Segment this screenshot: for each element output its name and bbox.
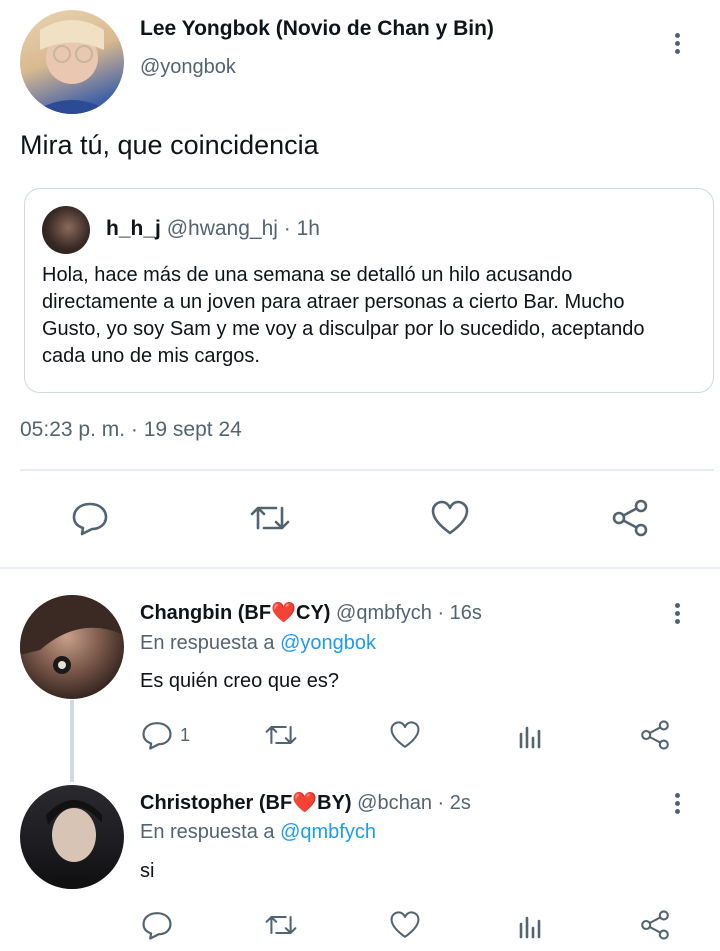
quoted-text: Hola, hace más de una semana se detalló … <box>42 264 645 367</box>
timestamp: 05:23 p. m. · 19 sept 24 <box>20 418 242 441</box>
reply-icon <box>142 912 172 940</box>
retweet-button[interactable] <box>262 908 300 942</box>
quoted-handle-time: @hwang_hj · 1h <box>166 217 320 240</box>
share-button[interactable] <box>636 718 674 752</box>
like-button[interactable] <box>386 718 424 752</box>
analytics-icon <box>519 726 541 749</box>
heart-emoji-icon: ❤️ <box>292 792 318 814</box>
reply-text: si <box>140 860 155 882</box>
reply-button[interactable] <box>140 908 180 942</box>
author-handle[interactable]: @yongbok <box>140 56 236 79</box>
more-options-icon[interactable] <box>675 790 680 817</box>
reply-button[interactable] <box>68 496 112 540</box>
reply-count: 1 <box>180 724 191 745</box>
reply-icon <box>142 722 172 750</box>
analytics-button[interactable] <box>512 908 550 942</box>
retweet-button[interactable] <box>248 496 292 540</box>
avatar <box>42 206 90 254</box>
share-button[interactable] <box>636 908 674 942</box>
like-button[interactable] <box>428 496 472 540</box>
quoted-tweet[interactable]: h_h_j @hwang_hj · 1h Hola, hace más de u… <box>24 188 714 393</box>
handle-time[interactable]: @qmbfych · 16s <box>336 602 482 624</box>
retweet-button[interactable] <box>262 718 300 752</box>
retweet-icon <box>250 506 290 530</box>
avatar[interactable] <box>20 595 124 699</box>
section-divider <box>0 567 720 569</box>
retweet-icon <box>265 725 297 745</box>
analytics-button[interactable] <box>512 718 550 752</box>
more-options-icon[interactable] <box>675 600 680 627</box>
retweet-icon <box>265 915 297 935</box>
author-name[interactable]: Christopher (BF❤️BY) <box>140 792 352 814</box>
heart-icon <box>390 721 420 748</box>
tweet-text: Mira tú, que coincidencia <box>20 130 319 160</box>
reply-icon <box>72 502 108 536</box>
reply-context-label: En respuesta a <box>140 821 275 843</box>
analytics-icon <box>519 916 541 939</box>
avatar[interactable] <box>20 785 124 889</box>
reply-text: Es quién creo que es? <box>140 670 340 692</box>
thread-line <box>70 700 74 782</box>
like-button[interactable] <box>386 908 424 942</box>
reply-to-link[interactable]: @yongbok <box>280 632 376 654</box>
heart-emoji-icon: ❤️ <box>271 602 296 624</box>
share-icon <box>641 720 669 750</box>
reply-context-label: En respuesta a <box>140 632 275 654</box>
author-name[interactable]: Lee Yongbok (Novio de Chan y Bin) <box>140 17 494 41</box>
reply-to-link[interactable]: @qmbfych <box>280 821 376 843</box>
divider <box>20 469 714 471</box>
heart-icon <box>390 911 420 938</box>
handle-time[interactable]: @bchan · 2s <box>357 792 471 814</box>
author-name[interactable]: Changbin (BF❤️CY) <box>140 602 330 624</box>
avatar[interactable] <box>20 10 124 114</box>
quoted-author-name: h_h_j <box>106 217 161 240</box>
reply-button[interactable]: 1 <box>140 718 190 752</box>
more-options-icon[interactable] <box>675 30 680 57</box>
share-button[interactable] <box>608 496 652 540</box>
share-icon <box>612 499 648 537</box>
heart-icon <box>431 500 469 535</box>
share-icon <box>641 910 669 940</box>
